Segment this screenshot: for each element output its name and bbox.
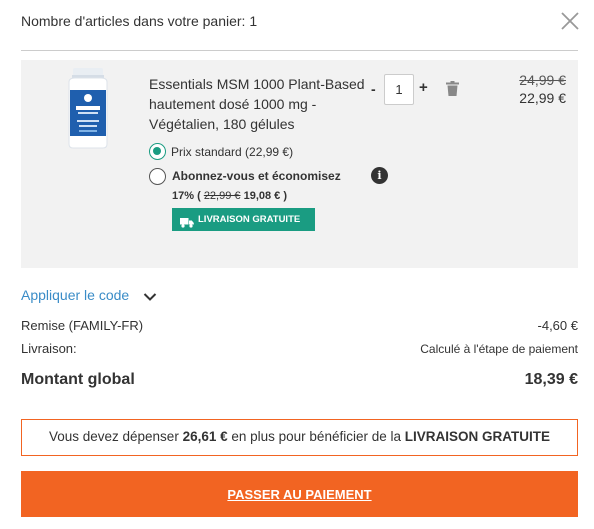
current-price: 22,99 € (519, 90, 566, 106)
close-icon[interactable] (559, 10, 581, 32)
product-image[interactable] (63, 68, 113, 150)
subscribe-old-price: 22,99 € (203, 190, 241, 202)
quantity-increase-button[interactable]: + (419, 79, 431, 97)
subscribe-new-price: 19,08 € ) (243, 190, 287, 202)
notice-middle: en plus pour bénéficier de la (227, 429, 405, 444)
subscribe-price-detail: 17% ( 22,99 € 19,08 € ) (172, 190, 287, 202)
subscribe-label[interactable]: Abonnez-vous et économisez (172, 169, 341, 183)
quantity-decrease-button[interactable]: - (371, 80, 381, 98)
shipping-value: Calculé à l'étape de paiement (420, 342, 578, 356)
header-divider (21, 50, 578, 51)
standard-price-radio[interactable] (149, 143, 166, 160)
discount-value: -4,60 € (537, 318, 578, 333)
truck-icon (180, 214, 194, 228)
product-name[interactable]: Essentials MSM 1000 Plant-Based hautemen… (149, 74, 373, 134)
original-price: 24,99 € (519, 72, 566, 88)
checkout-button[interactable]: PASSER AU PAIEMENT (21, 471, 578, 517)
notice-prefix: Vous devez dépenser (48, 429, 183, 444)
discount-label: Remise (FAMILY-FR) (21, 318, 144, 333)
cart-item-count-title: Nombre d'articles dans votre panier: 1 (21, 13, 258, 29)
chevron-down-icon[interactable] (143, 290, 157, 302)
subscribe-radio[interactable] (149, 168, 166, 185)
standard-price-label[interactable]: Prix standard (22,99 €) (171, 145, 293, 159)
trash-icon[interactable] (446, 81, 459, 96)
apply-code-link[interactable]: Appliquer le code (21, 287, 129, 303)
cart-item: Essentials MSM 1000 Plant-Based hautemen… (21, 60, 578, 268)
total-label: Montant global (21, 371, 135, 388)
notice-emphasis: LIVRAISON GRATUITE (404, 429, 551, 444)
subscribe-percent: 17% ( (172, 190, 201, 202)
shipping-label: Livraison: (21, 341, 77, 356)
free-shipping-badge-label: LIVRAISON GRATUITE (198, 214, 301, 225)
cart-header: Nombre d'articles dans votre panier: 1 (21, 0, 581, 50)
info-icon[interactable]: i (371, 167, 388, 184)
free-shipping-badge: LIVRAISON GRATUITE (172, 208, 315, 231)
quantity-input[interactable] (384, 74, 414, 105)
free-shipping-notice: Vous devez dépenser 26,61 € en plus pour… (21, 419, 578, 456)
total-value: 18,39 € (524, 371, 578, 388)
notice-amount: 26,61 € (182, 429, 228, 444)
